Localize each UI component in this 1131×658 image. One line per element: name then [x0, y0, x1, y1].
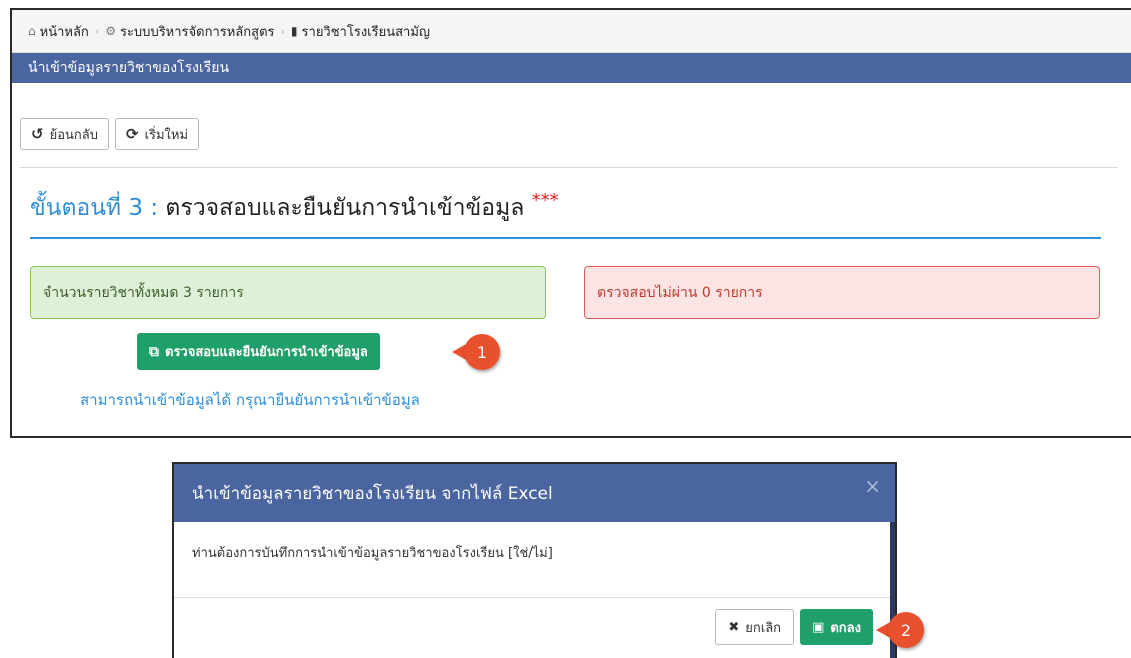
confirm-modal: นำเข้าข้อมูลรายวิชาของโรงเรียน จากไฟล์ E…	[172, 462, 897, 658]
ok-button-label: ตกลง	[830, 620, 861, 636]
breadcrumb-separator: ›	[280, 24, 285, 38]
step-underline	[30, 237, 1101, 239]
marker-number: 1	[464, 334, 500, 370]
marker-number: 2	[888, 612, 924, 648]
panel-title: นำเข้าข้อมูลรายวิชาของโรงเรียน	[28, 60, 230, 76]
breadcrumb-current: รายวิชาโรงเรียนสามัญ	[301, 24, 430, 40]
total-count-alert: จำนวนรายวิชาทั้งหมด 3 รายการ	[30, 266, 546, 319]
confirm-import-button[interactable]: ⧉ ตรวจสอบและยืนยันการนำเข้าข้อมูล	[137, 333, 380, 370]
total-count-text: จำนวนรายวิชาทั้งหมด 3 รายการ	[43, 284, 244, 301]
required-mark: ***	[531, 190, 559, 211]
home-icon: ⌂	[28, 24, 36, 38]
restart-button-label: เริ่มใหม่	[144, 127, 189, 143]
breadcrumb-system[interactable]: ระบบบริหารจัดการหลักสูตร	[120, 21, 275, 42]
restart-button[interactable]: ⟳ เริ่มใหม่	[114, 118, 200, 150]
times-icon: ✖	[728, 619, 740, 635]
cancel-button[interactable]: ✖ ยกเลิก	[715, 609, 795, 645]
failed-count-text: ตรวจสอบไม่ผ่าน 0 รายการ	[597, 284, 763, 301]
modal-title: นำเข้าข้อมูลรายวิชาของโรงเรียน จากไฟล์ E…	[192, 483, 553, 504]
breadcrumb-home[interactable]: หน้าหลัก	[40, 21, 89, 42]
divider	[20, 167, 1118, 168]
bookmark-icon: ▮	[290, 24, 298, 38]
step-marker-2: 2	[876, 612, 924, 648]
back-button[interactable]: ↺ ย้อนกลับ	[20, 118, 109, 150]
modal-header: นำเข้าข้อมูลรายวิชาของโรงเรียน จากไฟล์ E…	[174, 464, 895, 522]
cogs-icon: ⚙	[105, 24, 116, 38]
modal-message: ท่านต้องการบันทึกการนำเข้าข้อมูลรายวิชาข…	[192, 546, 553, 561]
undo-icon: ↺	[31, 125, 44, 143]
failed-count-alert: ตรวจสอบไม่ผ่าน 0 รายการ	[584, 266, 1100, 319]
confirm-import-label: ตรวจสอบและยืนยันการนำเข้าข้อมูล	[165, 345, 368, 360]
breadcrumb: ⌂ หน้าหลัก › ⚙ ระบบบริหารจัดการหลักสูตร …	[12, 10, 1131, 53]
import-hint: สามารถนำเข้าข้อมูลได้ กรุณายืนยันการนำเข…	[80, 391, 420, 409]
save-icon: ▣	[812, 619, 825, 635]
breadcrumb-separator: ›	[94, 24, 100, 38]
back-button-label: ย้อนกลับ	[49, 127, 98, 143]
refresh-icon: ⟳	[125, 125, 139, 143]
toolbar: ↺ ย้อนกลับ ⟳ เริ่มใหม่	[20, 118, 200, 150]
step-heading: ขั้นตอนที่ 3 : ตรวจสอบและยืนยันการนำเข้า…	[30, 190, 559, 226]
external-link-icon: ⧉	[149, 343, 159, 360]
close-icon[interactable]: ×	[864, 474, 881, 498]
step-title: ตรวจสอบและยืนยันการนำเข้าข้อมูล	[165, 195, 525, 221]
step-marker-1: 1	[452, 334, 500, 370]
step-number: ขั้นตอนที่ 3 :	[30, 195, 159, 221]
ok-button[interactable]: ▣ ตกลง	[800, 609, 873, 645]
modal-body: ท่านต้องการบันทึกการนำเข้าข้อมูลรายวิชาข…	[174, 522, 895, 598]
cancel-button-label: ยกเลิก	[745, 620, 782, 636]
panel-header: นำเข้าข้อมูลรายวิชาของโรงเรียน	[12, 53, 1131, 83]
modal-footer: ✖ ยกเลิก ▣ ตกลง	[715, 609, 873, 645]
